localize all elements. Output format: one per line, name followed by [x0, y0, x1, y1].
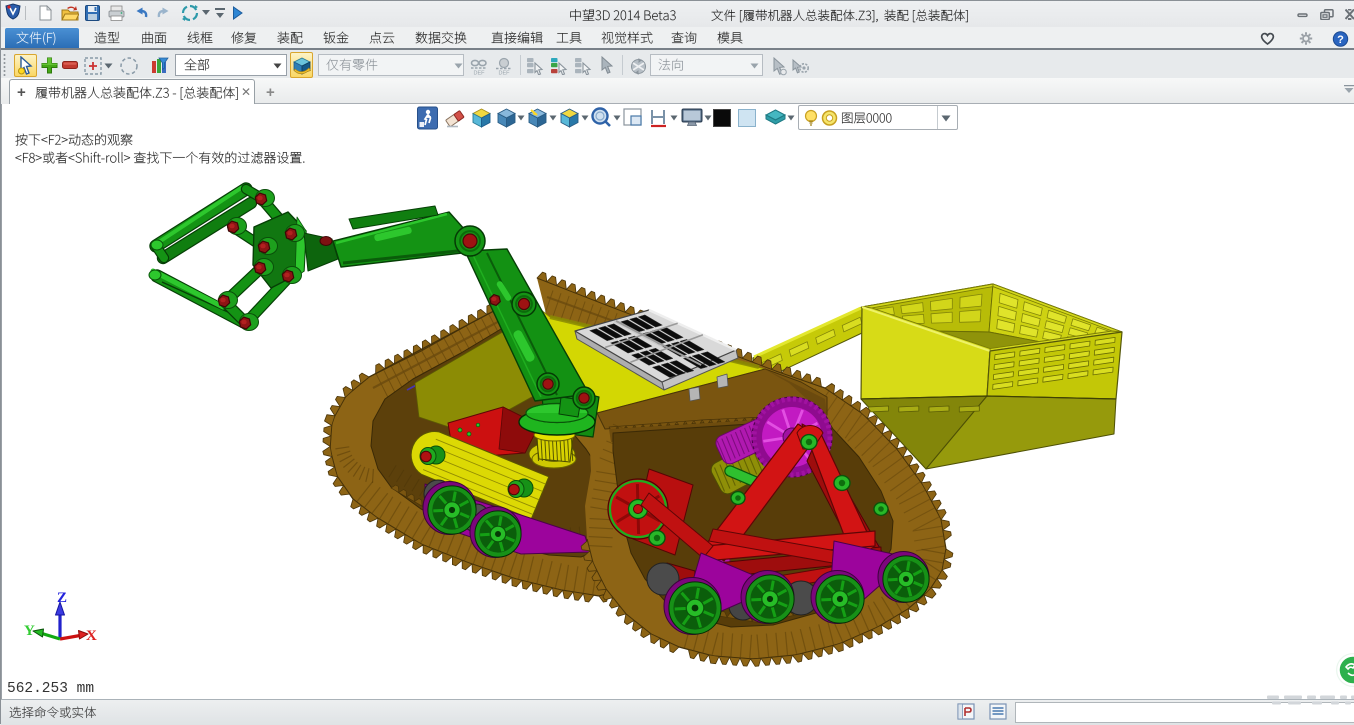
svg-text:Y: Y	[24, 623, 35, 639]
svg-text:X: X	[86, 628, 97, 644]
svg-text:562.253 mm: 562.253 mm	[7, 681, 94, 697]
svg-text:Z: Z	[57, 590, 67, 606]
